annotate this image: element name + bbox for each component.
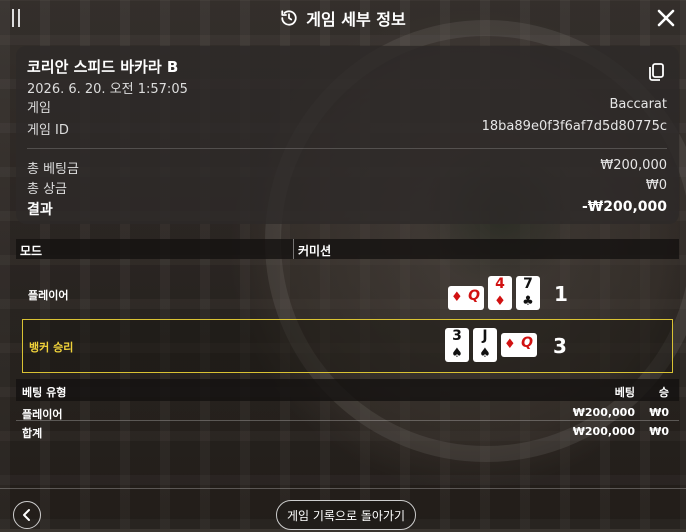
card-suit: ♠ xyxy=(479,346,491,361)
table-row: 합계 ₩200,000 ₩0 xyxy=(16,422,679,440)
game-id-label: 게임 ID xyxy=(27,123,69,138)
card-suit: ♦ xyxy=(494,294,506,309)
chevron-left-icon xyxy=(23,509,30,521)
player-hand-row: 플레이어 ♦ Q 4 ♦ 7 ♣ 1 xyxy=(22,268,671,320)
total-win-row: 총 상금 ₩0 xyxy=(27,178,667,197)
player-cards: ♦ Q 4 ♦ 7 ♣ xyxy=(448,276,540,310)
playing-card: ♦ Q xyxy=(501,333,537,357)
player-hand-label: 플레이어 xyxy=(28,289,69,302)
playing-card: 7 ♣ xyxy=(516,276,540,310)
result-value: -₩200,000 xyxy=(581,199,667,215)
game-id-value: 18ba89e0f3f6af7d5d80775c xyxy=(481,119,667,134)
card-rank: 7 xyxy=(523,276,533,292)
card-rank: Q xyxy=(468,288,480,304)
footer-divider xyxy=(0,488,686,489)
mode-header: 모드 커미션 xyxy=(16,239,679,259)
back-arrow-button[interactable] xyxy=(13,501,41,529)
result-label: 결과 xyxy=(27,202,53,218)
header-title-group: 게임 세부 정보 xyxy=(280,6,406,30)
banker-cards: 3 ♠ J ♠ ♦ Q xyxy=(445,328,537,362)
history-icon xyxy=(281,10,297,26)
bet-row-divider xyxy=(16,420,679,421)
banker-score: 3 xyxy=(553,334,567,358)
bet-type-header: 베팅 유형 xyxy=(22,386,67,399)
player-score: 1 xyxy=(554,282,568,306)
bet-type-cell: 합계 xyxy=(22,427,43,440)
dialog-header: 게임 세부 정보 xyxy=(0,0,686,36)
game-type-value: Baccarat xyxy=(609,97,667,112)
card-rank: J xyxy=(482,328,488,344)
card-suit: ♠ xyxy=(451,346,463,361)
game-type-label: 게임 xyxy=(27,101,51,116)
game-datetime: 2026. 6. 20. 오전 1:57:05 xyxy=(27,82,188,97)
mode-separator xyxy=(293,239,294,259)
game-name: 코리안 스피드 바카라 B xyxy=(27,58,179,76)
game-type-row: 게임 Baccarat xyxy=(27,97,667,116)
card-suit: ♦ xyxy=(504,337,516,352)
total-win-label: 총 상금 xyxy=(27,182,68,197)
copy-icon[interactable] xyxy=(647,62,665,82)
banker-hand-row: 뱅커 승리 3 ♠ J ♠ ♦ Q 3 xyxy=(22,319,673,373)
total-bet-label: 총 베팅금 xyxy=(27,162,79,177)
bet-table-header: 베팅 유형 베팅 승 xyxy=(16,379,679,401)
playing-card: J ♠ xyxy=(473,328,497,362)
mode-label: 모드 xyxy=(20,244,43,258)
playing-card: ♦ Q xyxy=(448,286,484,310)
bet-amount-cell: ₩200,000 xyxy=(572,406,635,419)
bet-win-cell: ₩0 xyxy=(649,406,669,419)
commission-label: 커미션 xyxy=(298,244,332,258)
total-bet-value: ₩200,000 xyxy=(600,158,667,173)
bet-amount-header: 베팅 xyxy=(614,386,635,399)
close-icon[interactable] xyxy=(654,6,678,30)
bet-win-cell: ₩0 xyxy=(649,425,669,438)
bet-amount-cell: ₩200,000 xyxy=(572,425,635,438)
total-win-value: ₩0 xyxy=(645,178,667,193)
card-suit: ♣ xyxy=(522,294,534,309)
card-suit: ♦ xyxy=(451,290,463,305)
playing-card: 4 ♦ xyxy=(488,276,512,310)
drag-handle-icon[interactable] xyxy=(12,9,22,27)
table-row: 플레이어 ₩200,000 ₩0 xyxy=(16,403,679,421)
playing-card: 3 ♠ xyxy=(445,328,469,362)
card-rank: 3 xyxy=(452,328,462,344)
game-summary-card: 코리안 스피드 바카라 B 2026. 6. 20. 오전 1:57:05 게임… xyxy=(16,46,679,224)
banker-hand-label: 뱅커 승리 xyxy=(29,341,74,354)
card-rank: 4 xyxy=(495,276,505,292)
page-title: 게임 세부 정보 xyxy=(306,10,406,29)
card-rank: Q xyxy=(521,335,533,351)
game-id-row: 게임 ID 18ba89e0f3f6af7d5d80775c xyxy=(27,119,667,138)
summary-divider xyxy=(27,148,667,149)
total-bet-row: 총 베팅금 ₩200,000 xyxy=(27,158,667,177)
result-row: 결과 -₩200,000 xyxy=(27,199,667,218)
bet-win-header: 승 xyxy=(658,386,669,399)
back-to-history-button[interactable]: 게임 기록으로 돌아가기 xyxy=(276,500,416,530)
